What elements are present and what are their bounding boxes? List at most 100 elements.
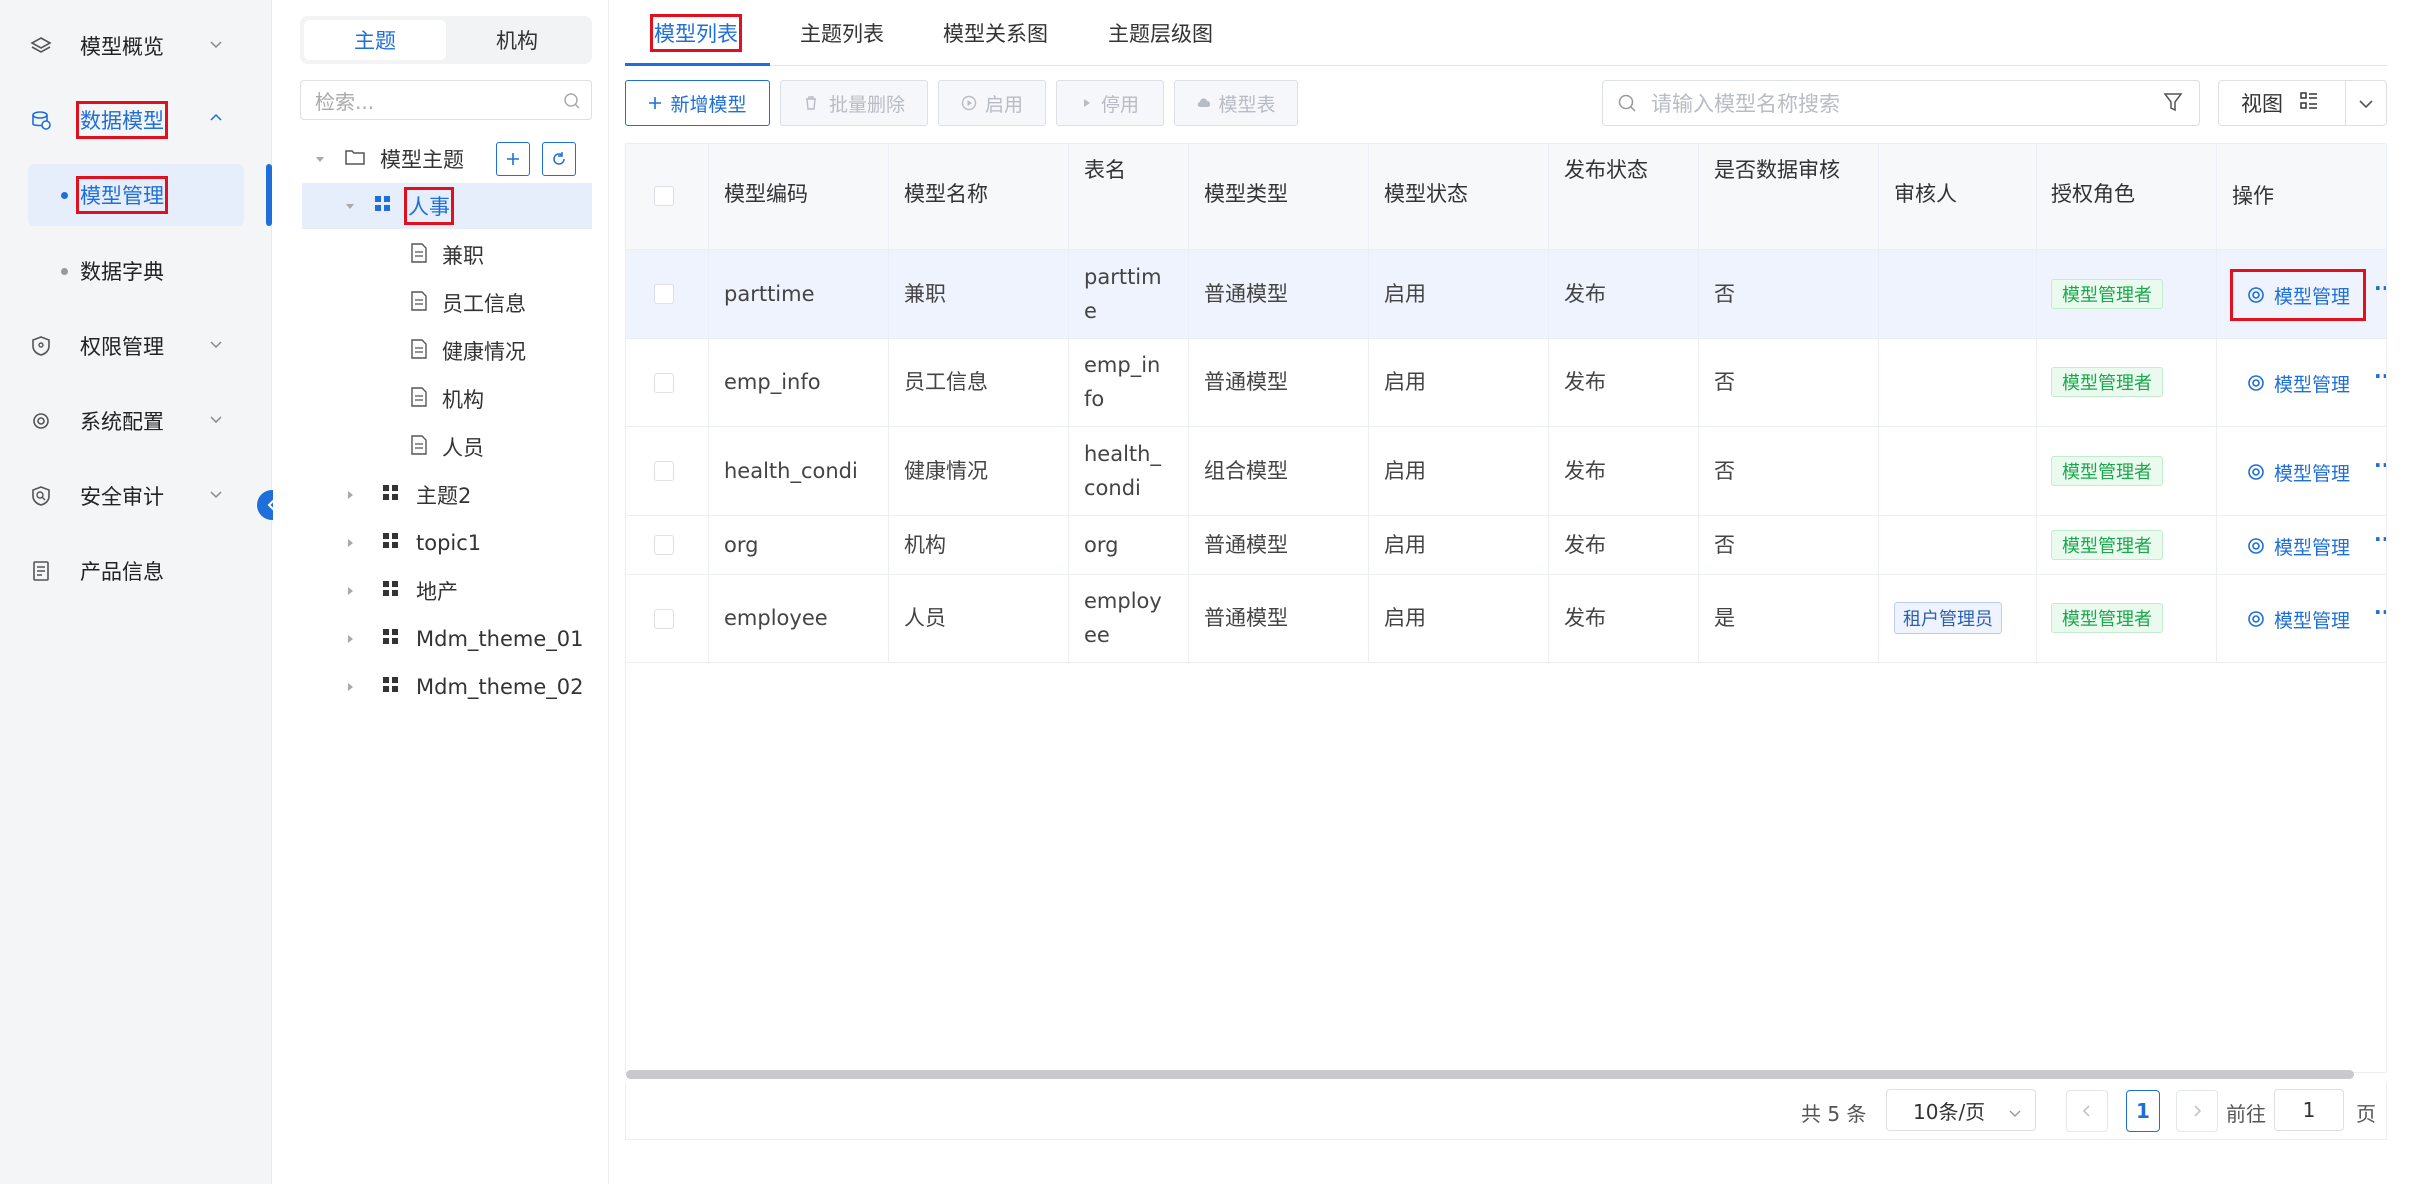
segment-org[interactable]: 机构 bbox=[446, 20, 588, 60]
nav-item-security-audit[interactable]: 安全审计 bbox=[28, 466, 248, 526]
model-manage-button[interactable]: 模型管理 bbox=[2234, 597, 2362, 641]
disable-button[interactable]: 停用 bbox=[1056, 80, 1164, 126]
caret-down-icon bbox=[312, 151, 328, 167]
row-checkbox[interactable] bbox=[654, 461, 674, 481]
bullet-dot bbox=[61, 191, 68, 199]
tree-leaf-person[interactable]: 人员 bbox=[410, 424, 484, 470]
header-audit: 是否数据审核 bbox=[1714, 158, 1840, 182]
nav-sub-label: 数据字典 bbox=[80, 260, 164, 284]
model-search-input[interactable]: 请输入模型名称搜索 bbox=[1602, 80, 2200, 126]
role-tag: 模型管理者 bbox=[2051, 456, 2163, 486]
table-row[interactable]: emp_info 员工信息 emp_in fo 普通模型 启用 发布 否 模型管理… bbox=[626, 339, 2386, 427]
table-row[interactable]: org 机构 org 普通模型 启用 发布 否 模型管理者 模型管理 ·· bbox=[626, 516, 2386, 575]
nav-item-system-config[interactable]: 系统配置 bbox=[28, 391, 248, 451]
next-page-button[interactable] bbox=[2176, 1090, 2218, 1132]
nav-item-permission[interactable]: 权限管理 bbox=[28, 316, 248, 376]
prev-page-button[interactable] bbox=[2066, 1090, 2108, 1132]
cell-code: health_condi bbox=[724, 459, 858, 483]
nav-item-model-overview[interactable]: 模型概览 bbox=[28, 16, 248, 76]
tree-leaf-health[interactable]: 健康情况 bbox=[410, 328, 526, 374]
chevron-down-icon[interactable] bbox=[2357, 95, 2375, 117]
caret-right-icon bbox=[342, 631, 358, 647]
document-icon bbox=[28, 558, 54, 584]
model-manage-button[interactable]: 模型管理 bbox=[2229, 269, 2367, 321]
tree-leaf-org[interactable]: 机构 bbox=[410, 376, 484, 422]
row-checkbox[interactable] bbox=[654, 609, 674, 629]
filter-icon[interactable] bbox=[2163, 92, 2183, 119]
tree-node-real-estate[interactable]: 地产 bbox=[342, 568, 458, 614]
cell-name: 人员 bbox=[904, 606, 946, 630]
batch-delete-label: 批量删除 bbox=[828, 93, 905, 116]
cell-publish: 发布 bbox=[1564, 282, 1606, 306]
cell-table-name: employ ee bbox=[1084, 589, 1162, 647]
page-number-current[interactable]: 1 bbox=[2126, 1090, 2160, 1132]
tree-node-theme2[interactable]: 主题2 bbox=[342, 472, 471, 518]
search-icon bbox=[563, 91, 581, 115]
nav-sub-model-management[interactable]: 模型管理 bbox=[28, 164, 244, 226]
tree-leaf-parttime[interactable]: 兼职 bbox=[410, 232, 484, 278]
header-table-name: 表名 bbox=[1084, 158, 1126, 182]
header-role: 授权角色 bbox=[2051, 182, 2135, 206]
refresh-tree-button[interactable] bbox=[542, 142, 576, 176]
tree-node-hr[interactable]: 人事 bbox=[302, 183, 592, 229]
segment-theme[interactable]: 主题 bbox=[304, 20, 446, 60]
tree-node-mdm-theme-02[interactable]: Mdm_theme_02 bbox=[342, 664, 583, 710]
view-label: 视图 bbox=[2241, 92, 2283, 116]
horizontal-scrollbar[interactable] bbox=[626, 1070, 2354, 1079]
tree-root-node[interactable]: 模型主题 bbox=[312, 136, 464, 182]
row-checkbox[interactable] bbox=[654, 373, 674, 393]
plus-icon bbox=[507, 153, 519, 165]
nav-item-product-info[interactable]: 产品信息 bbox=[28, 541, 248, 601]
grid-icon bbox=[382, 579, 400, 603]
select-all-checkbox[interactable] bbox=[654, 186, 674, 206]
table-row[interactable]: employee 人员 employ ee 普通模型 启用 发布 是 租户管理员 … bbox=[626, 575, 2386, 663]
more-actions[interactable]: ·· bbox=[2374, 364, 2386, 388]
add-model-button[interactable]: 新增模型 bbox=[625, 80, 770, 126]
tree-search-input[interactable]: 检索... bbox=[300, 80, 592, 120]
header-type: 模型类型 bbox=[1204, 182, 1288, 206]
tree-node-mdm-theme-01[interactable]: Mdm_theme_01 bbox=[342, 616, 583, 662]
tree-leaf-emp-info[interactable]: 员工信息 bbox=[410, 280, 526, 326]
tree-node-topic1[interactable]: topic1 bbox=[342, 520, 481, 566]
auditor-tag: 租户管理员 bbox=[1894, 602, 2002, 634]
more-actions[interactable]: ·· bbox=[2374, 527, 2386, 551]
bullet-dot bbox=[61, 267, 68, 275]
cell-name: 机构 bbox=[904, 533, 946, 557]
nav-item-data-model[interactable]: 数据模型 bbox=[28, 90, 248, 150]
tab-theme-list[interactable]: 主题列表 bbox=[800, 18, 884, 48]
column-divider bbox=[1368, 144, 1369, 663]
row-checkbox[interactable] bbox=[654, 284, 674, 304]
model-search-placeholder: 请输入模型名称搜索 bbox=[1651, 92, 1840, 116]
goto-page-input[interactable]: 1 bbox=[2274, 1089, 2344, 1131]
model-manage-button[interactable]: 模型管理 bbox=[2234, 361, 2362, 405]
page-size-select[interactable]: 10条/页 bbox=[1886, 1089, 2036, 1131]
table-row[interactable]: parttime 兼职 parttim e 普通模型 启用 发布 否 模型管理者 … bbox=[626, 250, 2386, 339]
enable-button[interactable]: 启用 bbox=[938, 80, 1046, 126]
tab-theme-hierarchy[interactable]: 主题层级图 bbox=[1108, 18, 1213, 48]
row-checkbox[interactable] bbox=[654, 535, 674, 555]
tree-node-label: Mdm_theme_02 bbox=[416, 675, 584, 699]
model-table-label: 模型表 bbox=[1218, 93, 1276, 116]
caret-down-icon bbox=[342, 198, 358, 214]
more-actions[interactable]: ·· bbox=[2374, 453, 2386, 477]
model-manage-button[interactable]: 模型管理 bbox=[2234, 450, 2362, 494]
table-row[interactable]: health_condi 健康情况 health_ condi 组合模型 启用 发… bbox=[626, 427, 2386, 516]
nav-sub-data-dictionary[interactable]: 数据字典 bbox=[28, 240, 244, 302]
more-actions[interactable]: ·· bbox=[2374, 600, 2386, 624]
goto-prefix: 前往 bbox=[2226, 1102, 2266, 1126]
grid-icon bbox=[382, 483, 400, 507]
batch-delete-button[interactable]: 批量删除 bbox=[780, 80, 928, 126]
model-manage-button[interactable]: 模型管理 bbox=[2234, 524, 2362, 568]
model-table-button[interactable]: 模型表 bbox=[1174, 80, 1298, 126]
side-nav: 模型概览 数据模型 模型管理 数据字典 权限管理 系统配置 安全审计 产品信息 bbox=[0, 0, 272, 1184]
role-tag: 模型管理者 bbox=[2051, 367, 2163, 397]
tab-model-relation[interactable]: 模型关系图 bbox=[943, 18, 1048, 48]
view-switch-button[interactable]: 视图 bbox=[2218, 80, 2387, 126]
tab-model-list[interactable]: 模型列表 bbox=[650, 14, 742, 52]
nav-label: 权限管理 bbox=[80, 335, 164, 359]
add-theme-button[interactable] bbox=[496, 142, 530, 176]
more-actions[interactable]: ·· bbox=[2374, 276, 2386, 300]
chevron-up-icon bbox=[208, 110, 228, 130]
folder-icon bbox=[344, 147, 366, 171]
list-view-icon bbox=[2299, 91, 2319, 115]
